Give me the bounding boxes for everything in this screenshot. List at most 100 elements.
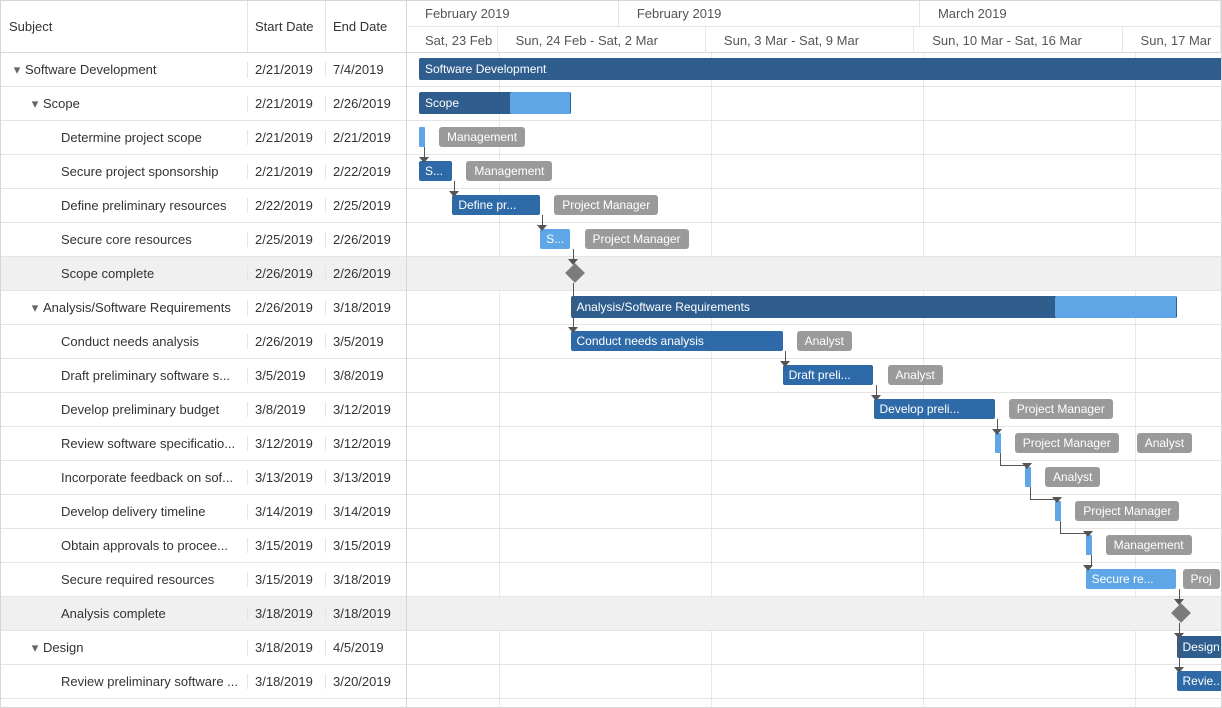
expand-toggle-icon[interactable]: ▾ [27, 640, 43, 656]
task-end-date: 3/15/2019 [326, 538, 406, 553]
task-bar-short[interactable] [419, 127, 425, 147]
task-bar[interactable]: Define pr... [452, 195, 540, 215]
timeline-row[interactable]: Design [407, 631, 1221, 665]
timeline-body[interactable]: Software DevelopmentScopeManagementS...M… [407, 53, 1221, 707]
task-start-date: 3/15/2019 [248, 538, 326, 553]
task-bar[interactable]: S... [419, 161, 452, 181]
task-subject: Review preliminary software ... [61, 674, 238, 689]
timeline-row[interactable]: Management [407, 121, 1221, 155]
timeline-row[interactable]: Scope [407, 87, 1221, 121]
task-start-date: 3/5/2019 [248, 368, 326, 383]
task-end-date: 3/14/2019 [326, 504, 406, 519]
resource-badge: Proj [1183, 569, 1220, 589]
task-bar-short[interactable] [1025, 467, 1031, 487]
task-row[interactable]: Analysis complete3/18/20193/18/2019 [1, 597, 406, 631]
timeline-month-header[interactable]: March 2019 [920, 1, 1221, 27]
timeline-week-header[interactable]: Sun, 3 Mar - Sat, 9 Mar [706, 27, 914, 53]
timeline-month-header[interactable]: February 2019 [619, 1, 920, 27]
task-bar[interactable]: Secure re... [1086, 569, 1177, 589]
task-row[interactable]: ▾Analysis/Software Requirements2/26/2019… [1, 291, 406, 325]
expand-toggle-icon[interactable]: ▾ [9, 62, 25, 78]
milestone-diamond[interactable] [565, 263, 585, 283]
grid-header: Subject Start Date End Date [1, 1, 406, 53]
timeline-row[interactable]: S...Project Manager [407, 223, 1221, 257]
task-row[interactable]: Review software specificatio...3/12/2019… [1, 427, 406, 461]
timeline-week-header[interactable]: Sun, 24 Feb - Sat, 2 Mar [498, 27, 706, 53]
task-subject: Scope complete [61, 266, 154, 281]
task-row[interactable]: ▾Scope2/21/20192/26/2019 [1, 87, 406, 121]
task-row[interactable]: Secure project sponsorship2/21/20192/22/… [1, 155, 406, 189]
timeline-row[interactable]: S...Management [407, 155, 1221, 189]
task-row[interactable]: Determine project scope2/21/20192/21/201… [1, 121, 406, 155]
task-row[interactable]: Incorporate feedback on sof...3/13/20193… [1, 461, 406, 495]
resource-badge: Analyst [888, 365, 943, 385]
col-header-start[interactable]: Start Date [248, 1, 326, 52]
task-bar[interactable]: Draft preli... [783, 365, 874, 385]
resource-badge: Analyst [1137, 433, 1192, 453]
task-row[interactable]: Develop preliminary budget3/8/20193/12/2… [1, 393, 406, 427]
milestone-diamond[interactable] [1171, 603, 1191, 623]
timeline-week-header[interactable]: Sun, 10 Mar - Sat, 16 Mar [914, 27, 1122, 53]
task-row[interactable]: Review preliminary software ... 3/18/2019… [1, 665, 406, 699]
task-row[interactable]: ▾Software Development2/21/20197/4/2019 [1, 53, 406, 87]
col-header-end[interactable]: End Date [326, 1, 406, 52]
task-bar-short[interactable] [995, 433, 1001, 453]
task-row[interactable]: Secure core resources2/25/20192/26/2019 [1, 223, 406, 257]
task-row[interactable]: Draft preliminary software s...3/5/20193… [1, 359, 406, 393]
grid-body: ▾Software Development2/21/20197/4/2019▾S… [1, 53, 406, 707]
task-row[interactable]: Secure required resources3/15/20193/18/2… [1, 563, 406, 597]
timeline-row[interactable]: Revie... [407, 665, 1221, 699]
task-start-date: 2/26/2019 [248, 266, 326, 281]
task-bar[interactable]: S... [540, 229, 570, 249]
task-row[interactable]: Develop delivery timeline3/14/20193/14/2… [1, 495, 406, 529]
timeline-row[interactable]: Management [407, 529, 1221, 563]
task-row[interactable]: Obtain approvals to procee...3/15/20193/… [1, 529, 406, 563]
task-row[interactable]: Conduct needs analysis2/26/20193/5/2019 [1, 325, 406, 359]
timeline-month-header[interactable]: February 2019 [407, 1, 619, 27]
timeline-row[interactable]: Project Manager [407, 495, 1221, 529]
task-row[interactable]: ▾Design3/18/20194/5/2019 [1, 631, 406, 665]
resource-badge: Project Manager [1075, 501, 1179, 521]
timeline-row[interactable]: Software Development [407, 53, 1221, 87]
task-start-date: 3/18/2019 [248, 606, 326, 621]
task-row[interactable]: Scope complete 2/26/20192/26/2019 [1, 257, 406, 291]
task-end-date: 2/26/2019 [326, 266, 406, 281]
summary-bar[interactable]: Design [1177, 636, 1222, 658]
task-subject: Draft preliminary software s... [61, 368, 230, 383]
task-bar-short[interactable] [1055, 501, 1061, 521]
timeline-row[interactable]: Develop preli...Project Manager [407, 393, 1221, 427]
task-end-date: 2/22/2019 [326, 164, 406, 179]
timeline-row[interactable] [407, 597, 1221, 631]
task-end-date: 2/21/2019 [326, 130, 406, 145]
col-header-subject[interactable]: Subject [1, 1, 248, 52]
task-start-date: 3/13/2019 [248, 470, 326, 485]
timeline-row[interactable]: Draft preli... Analyst [407, 359, 1221, 393]
timeline-row[interactable]: Analyst [407, 461, 1221, 495]
task-bar[interactable]: Conduct needs analysis [571, 331, 783, 351]
task-subject: Design [43, 640, 83, 655]
timeline-row[interactable]: Secure re... Proj [407, 563, 1221, 597]
resource-badge: Management [1106, 535, 1192, 555]
task-end-date: 3/12/2019 [326, 402, 406, 417]
task-end-date: 3/18/2019 [326, 606, 406, 621]
task-start-date: 2/26/2019 [248, 334, 326, 349]
task-start-date: 3/18/2019 [248, 674, 326, 689]
expand-toggle-icon[interactable]: ▾ [27, 300, 43, 316]
task-bar-short[interactable] [1086, 535, 1092, 555]
task-bar[interactable]: Develop preli... [874, 399, 995, 419]
task-row[interactable]: Define preliminary resources2/22/20192/2… [1, 189, 406, 223]
timeline-row[interactable]: Conduct needs analysisAnalyst [407, 325, 1221, 359]
summary-progress [510, 92, 571, 114]
summary-bar[interactable]: Software Development [419, 58, 1221, 80]
timeline-week-header[interactable]: Sat, 23 Feb [407, 27, 498, 53]
timeline-row[interactable] [407, 257, 1221, 291]
timeline-row[interactable]: Project ManagerAnalyst [407, 427, 1221, 461]
timeline-row[interactable]: Define pr...Project Manager [407, 189, 1221, 223]
task-subject: Develop preliminary budget [61, 402, 219, 417]
task-end-date: 3/13/2019 [326, 470, 406, 485]
task-bar[interactable]: Revie... [1177, 671, 1222, 691]
timeline-row[interactable]: Analysis/Software Requirements [407, 291, 1221, 325]
timeline-week-header[interactable]: Sun, 17 Mar [1123, 27, 1221, 53]
task-subject: Secure core resources [61, 232, 192, 247]
expand-toggle-icon[interactable]: ▾ [27, 96, 43, 112]
